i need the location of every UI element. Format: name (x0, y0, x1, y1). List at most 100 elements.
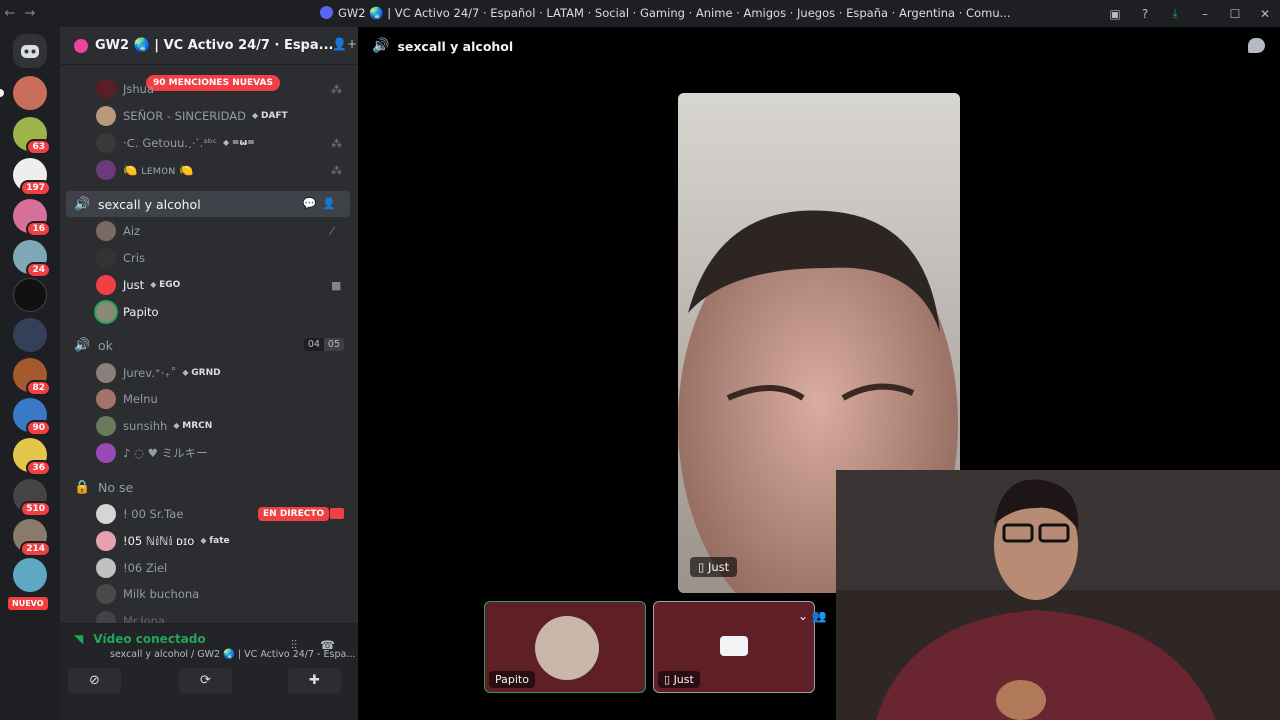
channel-name: sexcall y alcohol (98, 196, 201, 212)
participant-tile[interactable]: Papito (484, 601, 646, 693)
server-icon[interactable] (13, 318, 47, 352)
voice-member[interactable]: Aiz (96, 219, 140, 243)
voice-channel-ok[interactable]: 🔊 ok 04 05 (66, 332, 350, 358)
member-name: ! 00 Sr.Tae (123, 507, 184, 521)
guild-name: GW2 🌏 | VC Activo 24/7 · Espa... (95, 38, 334, 53)
maximize-icon[interactable]: ☐ (1220, 7, 1250, 21)
speaker-icon: 🔊 (74, 196, 91, 212)
new-mentions-badge[interactable]: 90 MENCIONES NUEVAS (146, 75, 280, 91)
signal-icon[interactable]: ◥ (74, 632, 83, 646)
avatar (96, 302, 116, 322)
download-icon[interactable]: ⤓ (1160, 6, 1190, 21)
server-icon[interactable] (13, 558, 47, 592)
avatar (96, 584, 116, 604)
close-icon[interactable]: ✕ (1250, 7, 1280, 21)
server-icon[interactable]: 197 (13, 158, 51, 196)
voice-member[interactable]: sunsihh MRCN (96, 414, 212, 438)
server-icon[interactable]: 16 (13, 199, 51, 237)
home-button[interactable] (13, 34, 47, 68)
new-badge: NUEVO (8, 597, 48, 610)
channel-panel: GW2 🌏 | VC Activo 24/7 · Espa... ⌄ 👤+ 90… (60, 27, 358, 720)
mention-badge: 510 (20, 501, 51, 517)
avatar (96, 443, 116, 463)
server-icon[interactable]: 63 (13, 117, 51, 155)
server-icon[interactable] (13, 76, 47, 110)
participant-tile[interactable]: ▯ Just (653, 601, 815, 693)
voice-member[interactable]: ·ᑕ. Getouu.⋰.ᵃᵇᶜ =ω= (96, 131, 255, 155)
stream-icon[interactable] (330, 508, 344, 519)
server-icon[interactable] (13, 278, 47, 312)
voice-member[interactable]: Melnu (96, 387, 158, 411)
speaker-icon: 🔊 (372, 38, 390, 54)
noise-suppression-icon[interactable]: ⫶⫶ (291, 638, 297, 653)
voice-member[interactable]: Jurev.⁺‧₊˚ GRND (96, 361, 221, 385)
connection-status[interactable]: Vídeo conectado (93, 632, 205, 646)
voice-member[interactable]: SEÑOR - SINCERIDAD DAFT (96, 104, 288, 128)
voice-channel-no-se[interactable]: 🔒 No se (66, 474, 350, 500)
chat-icon[interactable] (1248, 38, 1265, 53)
unread-pill (0, 89, 4, 97)
collapse-tiles-icon[interactable]: ⌄ 👥 (798, 609, 827, 623)
inbox-icon[interactable]: ▣ (1100, 7, 1130, 21)
voice-member[interactable]: ♪ ◌ ♥ ミルキー (96, 441, 208, 465)
server-icon[interactable]: 82 (13, 358, 51, 396)
member-name: Jshua (123, 82, 155, 96)
tile-name: Papito (489, 671, 535, 688)
voice-member[interactable]: Jshua (96, 77, 154, 101)
mention-badge: 16 (26, 221, 51, 237)
guild-header[interactable]: GW2 🌏 | VC Activo 24/7 · Espa... ⌄ 👤+ (60, 27, 358, 65)
webcam-frame (836, 470, 1280, 720)
channel-name: ok (98, 337, 113, 353)
avatar (96, 275, 116, 295)
connection-channel[interactable]: sexcall y alcohol / GW2 🌏 | VC Activo 24… (110, 649, 355, 660)
channel-actions[interactable]: 💬👤 (303, 197, 342, 210)
mention-badge: 214 (20, 541, 51, 557)
activities-button[interactable]: ✚ (288, 668, 341, 694)
server-icon[interactable]: 214 (13, 519, 51, 557)
member-name: ·ᑕ. Getouu.⋰.ᵃᵇᶜ (123, 136, 217, 150)
voice-member[interactable]: Cris (96, 246, 145, 270)
add-user-icon[interactable]: 👤+ (332, 37, 357, 51)
camera-icon (720, 636, 748, 656)
voice-member[interactable]: !05 ℕ𝕚ℕ𝕚 ᴅɪᴏ fate (96, 529, 230, 553)
server-icon[interactable]: 510 (13, 479, 51, 517)
chevron-down-icon[interactable]: ⌄ (302, 38, 311, 51)
voice-member[interactable]: !06 Ziel (96, 556, 167, 580)
member-tag: GRND (182, 368, 220, 378)
speaker-icon: 🔊 (74, 337, 91, 353)
voice-channel-sexcall[interactable]: 🔊 sexcall y alcohol 💬👤 (66, 191, 350, 217)
voice-member[interactable]: Papito (96, 300, 159, 324)
back-arrow-icon[interactable]: ← (0, 6, 20, 21)
voice-member[interactable]: 🍋 ʟᴇᴍᴏɴ 🍋 (96, 158, 193, 182)
minimize-icon[interactable]: – (1190, 7, 1220, 21)
avatar (535, 616, 599, 680)
channel-name: No se (98, 479, 134, 495)
disconnect-icon[interactable]: ☎ (320, 638, 335, 652)
server-icon[interactable]: 36 (13, 438, 51, 476)
server-icon[interactable]: 90 (13, 398, 51, 436)
live-badge: EN DIRECTO (258, 507, 330, 521)
server-icon[interactable]: 24 (13, 240, 51, 278)
member-name: ♪ ◌ ♥ ミルキー (123, 446, 208, 460)
discord-logo-icon (320, 6, 333, 19)
screen-share-button[interactable]: ⟳ (179, 668, 232, 694)
voice-member[interactable]: Milk buchona (96, 582, 199, 606)
member-tag: EGO (150, 280, 180, 290)
member-name: Cris (123, 251, 145, 265)
member-name: Papito (123, 305, 159, 319)
grid-icon: ⁂ (331, 164, 342, 177)
voice-member[interactable]: Just EGO (96, 273, 180, 297)
voice-member[interactable]: ! 00 Sr.Tae (96, 502, 183, 526)
member-name: Milk buchona (123, 587, 200, 601)
forward-arrow-icon[interactable]: → (20, 6, 40, 21)
mention-badge: 82 (26, 380, 51, 396)
avatar (96, 416, 116, 436)
guild-icon (74, 38, 88, 53)
member-tag: DAFT (252, 111, 288, 121)
camera-off-button[interactable]: ⊘ (68, 668, 121, 694)
user-count: 04 05 (303, 338, 344, 351)
help-icon[interactable]: ? (1130, 7, 1160, 21)
member-name: SEÑOR - SINCERIDAD (123, 109, 247, 123)
grid-icon: ⁂ (331, 83, 342, 96)
channel-title: sexcall y alcohol (397, 38, 514, 54)
